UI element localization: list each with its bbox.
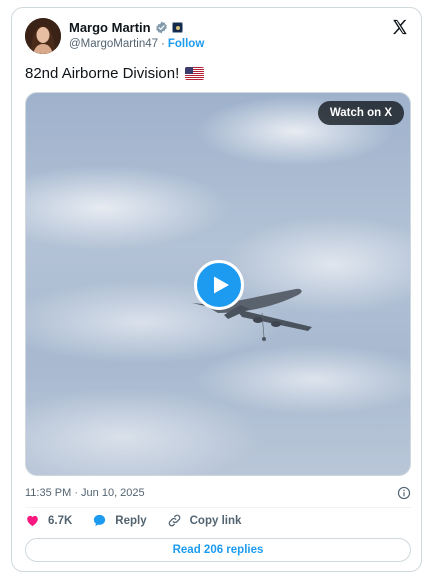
play-icon bbox=[214, 276, 229, 294]
reply-icon bbox=[94, 514, 106, 527]
reply-button[interactable]: Reply bbox=[92, 513, 147, 528]
link-icon bbox=[168, 514, 180, 527]
play-button[interactable] bbox=[194, 260, 244, 310]
follow-button[interactable]: Follow bbox=[168, 38, 204, 50]
x-logo-icon[interactable] bbox=[391, 18, 409, 36]
post-text-content: 82nd Airborne Division! bbox=[25, 65, 180, 82]
verified-badge-icon bbox=[155, 21, 167, 34]
author-handle[interactable]: @MargoMartin47 bbox=[69, 38, 158, 50]
like-count: 6.7K bbox=[48, 514, 73, 527]
video-media[interactable]: Watch on X bbox=[25, 92, 411, 476]
timestamp-row: 11:35 PM · Jun 10, 2025 bbox=[25, 486, 411, 500]
author-display-name[interactable]: Margo Martin bbox=[69, 20, 151, 35]
author-handle-row: @MargoMartin47 · Follow bbox=[69, 38, 204, 50]
like-button[interactable]: 6.7K bbox=[25, 513, 72, 528]
info-icon[interactable] bbox=[397, 486, 411, 500]
divider bbox=[25, 507, 411, 508]
author-name-row: Margo Martin bbox=[69, 20, 183, 35]
action-bar: 6.7K Reply Copy link bbox=[25, 513, 241, 528]
copy-link-label: Copy link bbox=[189, 514, 242, 527]
post-timestamp[interactable]: 11:35 PM · Jun 10, 2025 bbox=[25, 487, 145, 499]
copy-link-button[interactable]: Copy link bbox=[167, 513, 242, 528]
reply-label: Reply bbox=[115, 514, 147, 527]
watch-on-x-button[interactable]: Watch on X bbox=[317, 101, 404, 125]
affiliation-badge-icon[interactable] bbox=[171, 22, 183, 33]
heart-icon bbox=[27, 515, 38, 527]
post-text: 82nd Airborne Division! bbox=[25, 65, 205, 82]
separator-dot: · bbox=[161, 38, 165, 50]
us-flag-icon bbox=[185, 67, 205, 80]
embedded-post-card: Margo Martin @MargoMartin47 · Follow 82n… bbox=[11, 7, 422, 572]
read-replies-button[interactable]: Read 206 replies bbox=[25, 538, 411, 562]
avatar[interactable] bbox=[25, 18, 61, 54]
